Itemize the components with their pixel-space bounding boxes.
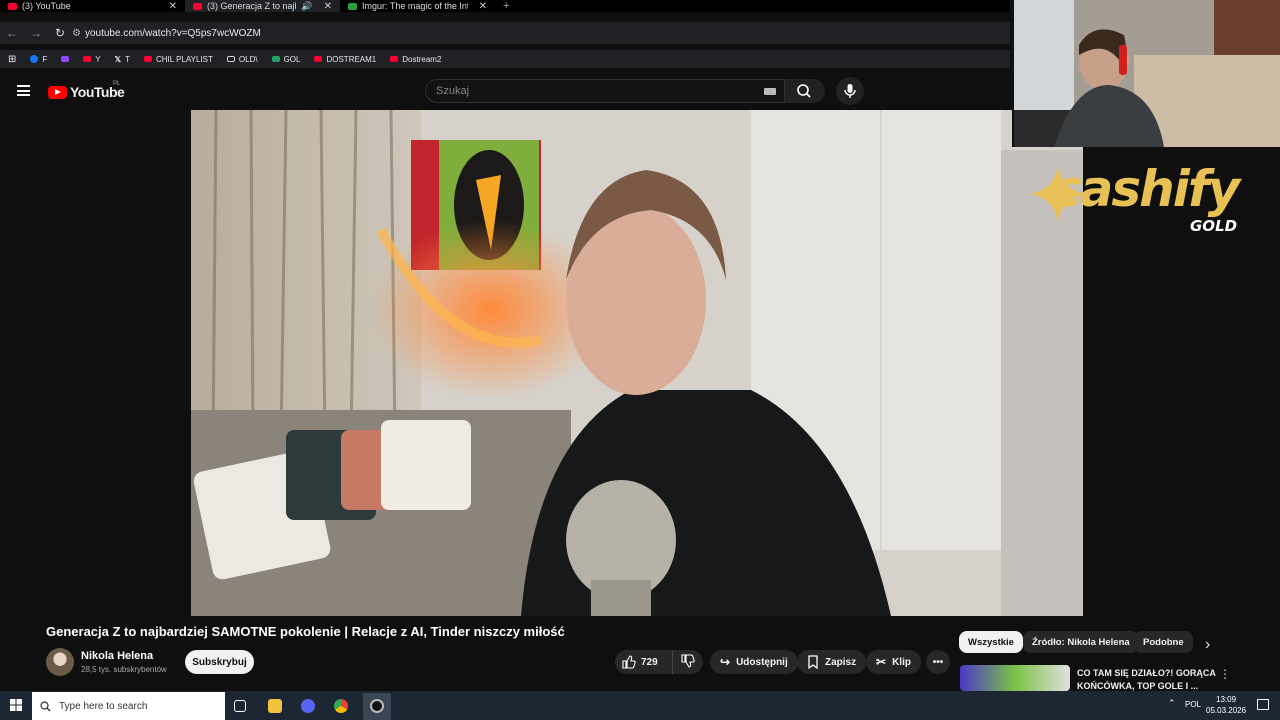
address-bar: ← → ↻ ⚙ youtube.com/watch?v=Q5ps7wcWOZM bbox=[0, 22, 1010, 44]
video-player[interactable] bbox=[191, 110, 1083, 616]
bookmarks-bar: ⊞ F Y 𝕏T CHIL PLAYLIST OLD\ GOL DOSTREAM… bbox=[0, 50, 1010, 68]
search-icon bbox=[40, 700, 51, 711]
clock-time: 13:09 bbox=[1216, 695, 1237, 704]
discord-icon[interactable] bbox=[301, 699, 315, 713]
chrome-icon[interactable] bbox=[334, 699, 348, 713]
search-input[interactable]: Szukaj bbox=[425, 79, 785, 103]
clip-button[interactable]: ✂ Klip bbox=[866, 650, 921, 674]
obs-icon bbox=[370, 699, 384, 713]
subscribe-button[interactable]: Subskrybuj bbox=[185, 650, 254, 674]
tab-youtube-home[interactable]: (3) YouTube ✕ bbox=[0, 0, 185, 12]
new-tab-icon[interactable]: + bbox=[503, 0, 509, 12]
close-icon[interactable]: ✕ bbox=[169, 1, 177, 12]
obs-taskbar-button[interactable] bbox=[363, 693, 391, 720]
thumbs-down-icon bbox=[681, 653, 695, 668]
like-count: 729 bbox=[641, 656, 658, 668]
video-frame bbox=[191, 110, 1083, 616]
tab-title: Imgur: The magic of the Intern bbox=[362, 1, 468, 11]
more-actions-button[interactable]: ••• bbox=[926, 650, 950, 674]
clock-date: 05.03.2026 bbox=[1206, 706, 1247, 715]
recommended-thumbnail[interactable] bbox=[960, 665, 1070, 691]
more-horizontal-icon: ••• bbox=[932, 656, 944, 668]
tab-current-video[interactable]: (3) Generacja Z to najbardz 🔊 ✕ bbox=[185, 0, 340, 12]
like-button[interactable]: 729 bbox=[615, 650, 673, 674]
windows-start-icon[interactable] bbox=[10, 699, 22, 711]
sponsor-logo-subtext: GOLD bbox=[1190, 217, 1238, 235]
close-icon[interactable]: ✕ bbox=[324, 1, 332, 12]
apps-grid-icon[interactable]: ⊞ bbox=[8, 54, 16, 65]
bookmark-dostream2[interactable]: Dostream2 bbox=[390, 55, 441, 64]
forward-icon[interactable]: → bbox=[24, 26, 48, 40]
bookmark-gol[interactable]: GOL bbox=[271, 55, 300, 64]
bookmark-x[interactable]: 𝕏T bbox=[115, 55, 130, 64]
youtube-header: YouTube PL Szukaj bbox=[0, 73, 1010, 110]
youtube-favicon-icon bbox=[8, 2, 17, 10]
menu-icon[interactable] bbox=[17, 85, 30, 96]
webcam-overlay bbox=[1012, 0, 1280, 147]
thumbs-up-icon bbox=[622, 655, 636, 669]
youtube-icon bbox=[83, 56, 92, 62]
country-code: PL bbox=[113, 81, 121, 87]
folder-icon bbox=[226, 56, 235, 62]
share-button[interactable]: ↪ Udostępnij bbox=[710, 650, 798, 674]
webcam-frame bbox=[1014, 0, 1280, 147]
youtube-favicon-icon bbox=[193, 2, 202, 10]
chevron-right-icon[interactable]: › bbox=[1205, 636, 1210, 654]
notification-icon[interactable] bbox=[1257, 699, 1269, 710]
like-dislike-group: 729 bbox=[615, 650, 703, 674]
browser-tab-strip: (3) YouTube ✕ (3) Generacja Z to najbard… bbox=[0, 0, 1010, 12]
tab-title: (3) Generacja Z to najbardz bbox=[207, 1, 296, 11]
more-vertical-icon[interactable]: ⋮ bbox=[1219, 667, 1231, 681]
search-button[interactable] bbox=[785, 79, 825, 103]
youtube-play-icon bbox=[48, 85, 67, 99]
twitch-icon bbox=[61, 56, 70, 62]
recommended-title[interactable]: CO TAM SIĘ DZIAŁO?! GORĄCA KOŃCÓWKA, TOP… bbox=[1077, 667, 1217, 693]
bookmark-chil-playlist[interactable]: CHIL PLAYLIST bbox=[143, 55, 213, 64]
microphone-icon bbox=[844, 84, 856, 98]
close-icon[interactable]: ✕ bbox=[479, 1, 487, 12]
youtube-icon bbox=[390, 56, 399, 62]
youtube-icon bbox=[314, 56, 323, 62]
youtube-icon bbox=[143, 56, 152, 62]
back-icon[interactable]: ← bbox=[0, 26, 24, 40]
channel-name[interactable]: Nikola Helena bbox=[81, 650, 153, 662]
url-field[interactable]: youtube.com/watch?v=Q5ps7wcWOZM bbox=[85, 28, 261, 39]
tab-imgur[interactable]: Imgur: The magic of the Intern ✕ bbox=[340, 0, 495, 12]
task-view-icon[interactable] bbox=[234, 700, 246, 712]
clock[interactable]: 13:09 05.03.2026 bbox=[1206, 694, 1246, 716]
voice-search-button[interactable] bbox=[836, 77, 864, 105]
bookmark-youtube[interactable]: Y bbox=[83, 55, 101, 64]
bookmark-facebook[interactable]: F bbox=[30, 55, 47, 64]
gol-icon bbox=[271, 56, 280, 62]
sponsor-logo-text: cashify bbox=[1052, 160, 1240, 218]
bookmark-dostream1[interactable]: DOSTREAM1 bbox=[314, 55, 376, 64]
channel-avatar[interactable] bbox=[46, 648, 74, 676]
file-explorer-icon[interactable] bbox=[268, 699, 282, 713]
subscriber-count: 28,5 tys. subskrybentów bbox=[81, 665, 167, 674]
tray-expand-icon[interactable]: ⌃ bbox=[1168, 698, 1176, 709]
reload-icon[interactable]: ↻ bbox=[48, 26, 72, 40]
dislike-button[interactable] bbox=[673, 653, 703, 671]
chip-source-channel[interactable]: Źródło: Nikola Helena bbox=[1023, 631, 1139, 653]
bookmark-folder-old[interactable]: OLD\ bbox=[226, 55, 258, 64]
chip-related[interactable]: Podobne bbox=[1134, 631, 1193, 653]
share-icon: ↪ bbox=[720, 655, 731, 669]
video-title: Generacja Z to najbardziej SAMOTNE pokol… bbox=[46, 624, 565, 639]
imgur-favicon-icon bbox=[348, 2, 357, 10]
scissors-icon: ✂ bbox=[876, 655, 887, 669]
speaker-icon: 🔊 bbox=[301, 0, 313, 11]
facebook-icon bbox=[30, 55, 39, 63]
x-icon: 𝕏 bbox=[114, 54, 122, 64]
site-info-icon[interactable]: ⚙ bbox=[72, 28, 81, 39]
save-button[interactable]: Zapisz bbox=[797, 650, 867, 674]
taskbar-search-input[interactable]: Type here to search bbox=[32, 692, 225, 720]
bookmark-icon bbox=[808, 655, 818, 669]
bookmark-twitch[interactable] bbox=[61, 56, 70, 62]
chip-all[interactable]: Wszystkie bbox=[959, 631, 1023, 653]
search-icon bbox=[797, 84, 811, 98]
tab-title: (3) YouTube bbox=[22, 1, 71, 11]
keyboard-icon[interactable] bbox=[764, 88, 776, 95]
language-indicator[interactable]: POL bbox=[1185, 700, 1201, 709]
